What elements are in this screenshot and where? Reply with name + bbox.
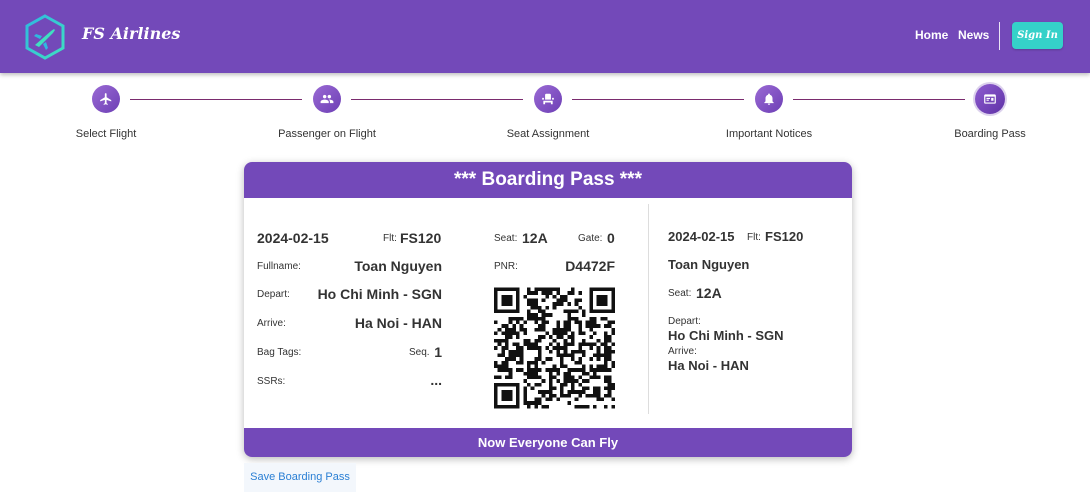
sign-in-button[interactable]: Sign In xyxy=(1012,22,1063,49)
stub-arrive-value: Ha Noi - HAN xyxy=(668,358,749,373)
stub-seat-value: 12A xyxy=(696,285,722,301)
pnr-label: PNR: xyxy=(494,261,518,272)
boarding-pass-slogan: Now Everyone Can Fly xyxy=(244,428,852,457)
step-connector xyxy=(572,99,744,100)
step-label-select-flight: Select Flight xyxy=(75,128,137,140)
stub-date: 2024-02-15 xyxy=(668,229,735,244)
seat-value: 12A xyxy=(522,230,548,246)
step-boarding-pass[interactable] xyxy=(975,84,1005,114)
seq-value: 1 xyxy=(434,344,442,360)
step-label-seat-assignment: Seat Assignment xyxy=(506,128,590,140)
stub-depart-value: Ho Chi Minh - SGN xyxy=(668,328,784,343)
boarding-pass-card: *** Boarding Pass *** 2024-02-15 Flt: FS… xyxy=(244,162,852,457)
step-label-boarding-pass: Boarding Pass xyxy=(954,128,1026,140)
ticket-icon xyxy=(984,94,996,104)
flight-label: Flt: xyxy=(383,233,397,244)
airplane-icon xyxy=(100,93,112,105)
step-label-passenger: Passenger on Flight xyxy=(278,128,376,140)
nav-divider xyxy=(999,22,1000,50)
seat-icon xyxy=(542,93,554,105)
bell-icon xyxy=(764,93,774,105)
depart-value: Ho Chi Minh - SGN xyxy=(317,286,442,302)
passenger-fullname: Toan Nguyen xyxy=(354,258,442,274)
stub-flight-number: FS120 xyxy=(765,229,804,244)
people-icon xyxy=(320,94,334,104)
bag-tags-label: Bag Tags: xyxy=(257,347,302,358)
save-boarding-pass-button[interactable]: Save Boarding Pass xyxy=(244,463,356,492)
depart-label: Depart: xyxy=(257,289,290,300)
airline-logo-icon[interactable] xyxy=(24,14,66,60)
qr-code xyxy=(494,287,615,409)
ssrs-value: ... xyxy=(430,372,442,388)
step-select-flight[interactable] xyxy=(92,85,120,113)
flight-date: 2024-02-15 xyxy=(257,230,329,246)
ssrs-label: SSRs: xyxy=(257,376,286,387)
gate-label: Gate: xyxy=(578,233,603,244)
step-connector xyxy=(130,99,302,100)
fullname-label: Fullname: xyxy=(257,261,301,272)
step-passenger[interactable] xyxy=(313,85,341,113)
step-important-notices[interactable] xyxy=(755,85,783,113)
seat-label: Seat: xyxy=(494,233,518,244)
stub-arrive-label: Arrive: xyxy=(668,346,697,357)
stub-passenger-name: Toan Nguyen xyxy=(668,257,750,272)
gate-value: 0 xyxy=(607,230,615,246)
nav-news-link[interactable]: News xyxy=(958,28,989,42)
stub-seat-label: Seat: xyxy=(668,288,692,299)
step-label-important-notices: Important Notices xyxy=(725,128,813,140)
nav-home-link[interactable]: Home xyxy=(915,28,948,42)
boarding-pass-title: *** Boarding Pass *** xyxy=(244,162,852,198)
seq-label: Seq. xyxy=(409,347,430,358)
brand-name[interactable]: FS Airlines xyxy=(82,24,180,43)
top-nav-bar: FS Airlines Home News Sign In xyxy=(0,0,1090,73)
step-seat-assignment[interactable] xyxy=(534,85,562,113)
step-connector xyxy=(351,99,523,100)
stub-divider xyxy=(648,204,649,414)
arrive-value: Ha Noi - HAN xyxy=(354,315,442,331)
arrive-label: Arrive: xyxy=(257,318,286,329)
pnr-value: D4472F xyxy=(565,258,615,274)
step-connector xyxy=(793,99,965,100)
stub-depart-label: Depart: xyxy=(668,316,701,327)
stub-flight-label: Flt: xyxy=(747,232,761,243)
flight-number: FS120 xyxy=(400,230,442,246)
